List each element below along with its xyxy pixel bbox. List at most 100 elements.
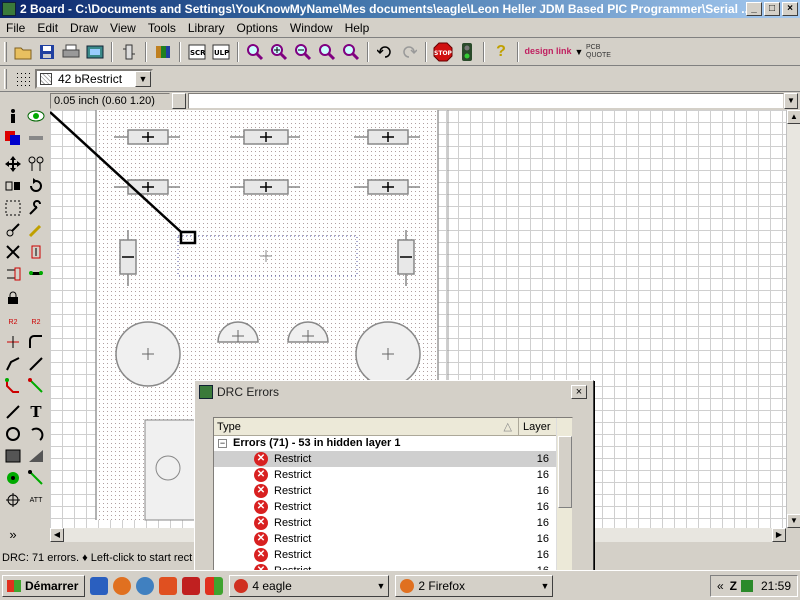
move-icon[interactable]: [2, 154, 24, 174]
quicklaunch-opera-icon[interactable]: [159, 576, 178, 595]
copy-icon[interactable]: [25, 154, 47, 174]
tray-expand-icon[interactable]: «: [717, 579, 724, 593]
via-icon[interactable]: [2, 468, 24, 488]
zoom-select-icon[interactable]: [340, 41, 362, 63]
command-history-button[interactable]: [172, 93, 186, 109]
eagle-app-icon[interactable]: [2, 2, 16, 16]
tray-app-icon[interactable]: [740, 580, 753, 592]
padlock-icon[interactable]: [2, 288, 24, 308]
scroll-up-icon[interactable]: ▲: [787, 110, 800, 124]
grid-icon[interactable]: [12, 68, 34, 90]
designlink-dropdown-icon[interactable]: ▼: [574, 41, 584, 63]
column-header-layer[interactable]: Layer: [519, 418, 557, 435]
hole-icon[interactable]: [2, 490, 24, 510]
minimize-button[interactable]: _: [746, 2, 762, 16]
zoom-out-icon[interactable]: [292, 41, 314, 63]
toolbar-grip[interactable]: [4, 41, 7, 62]
polygon-icon[interactable]: [25, 446, 47, 466]
smash-icon[interactable]: [2, 332, 24, 352]
display-layers-icon[interactable]: [2, 128, 24, 148]
taskbar-item-firefox[interactable]: 2 Firefox ▼: [395, 574, 554, 597]
text-icon[interactable]: T: [25, 402, 47, 422]
lock-icon[interactable]: [25, 264, 47, 284]
zoom-in-icon[interactable]: [268, 41, 290, 63]
print-icon[interactable]: [60, 41, 82, 63]
scroll-left-icon[interactable]: ◀: [50, 528, 64, 542]
name-icon[interactable]: R2: [2, 312, 24, 332]
taskbar-item-eagle[interactable]: 4 eagle ▼: [229, 574, 390, 597]
quicklaunch-windows-icon[interactable]: [205, 576, 224, 595]
save-icon[interactable]: [36, 41, 58, 63]
menu-draw[interactable]: Draw: [64, 21, 104, 35]
error-group[interactable]: − Errors (71) - 53 in hidden layer 1: [214, 436, 572, 451]
title-bar[interactable]: 2 Board - C:\Documents and Settings\YouK…: [0, 0, 800, 18]
mirror-icon[interactable]: [2, 176, 24, 196]
pcbquote-icon[interactable]: PCB QUOTE: [586, 41, 626, 63]
show-eye-icon[interactable]: [25, 106, 47, 126]
miter-icon[interactable]: [25, 332, 47, 352]
menu-edit[interactable]: Edit: [31, 21, 64, 35]
layer-select[interactable]: 42 bRestrict ▼: [35, 68, 153, 89]
mark-icon[interactable]: [25, 128, 47, 148]
ripup-icon[interactable]: [25, 376, 47, 396]
menu-library[interactable]: Library: [182, 21, 231, 35]
tray-language-icon[interactable]: Z: [730, 579, 737, 593]
menu-view[interactable]: View: [104, 21, 142, 35]
error-row[interactable]: ✕ Restrict 16: [214, 531, 572, 547]
command-input[interactable]: [188, 93, 784, 109]
collapse-icon[interactable]: −: [218, 439, 227, 448]
zoom-redraw-icon[interactable]: [316, 41, 338, 63]
menu-help[interactable]: Help: [339, 21, 376, 35]
info-icon[interactable]: [2, 106, 24, 126]
group-icon[interactable]: [2, 198, 24, 218]
error-row[interactable]: ✕ Restrict 16: [214, 451, 572, 467]
rect-icon[interactable]: [2, 446, 24, 466]
more-tools-chevron-icon[interactable]: »: [2, 524, 24, 544]
start-button[interactable]: Démarrer: [2, 574, 86, 597]
designlink-icon[interactable]: design link: [524, 41, 572, 63]
route-icon[interactable]: [2, 376, 24, 396]
maximize-button[interactable]: □: [764, 2, 780, 16]
replace-icon[interactable]: [2, 264, 24, 284]
optimize-icon[interactable]: [25, 354, 47, 374]
script-icon[interactable]: SCR: [186, 41, 208, 63]
error-row[interactable]: ✕ Restrict 16: [214, 467, 572, 483]
quicklaunch-browser-icon[interactable]: [136, 576, 155, 595]
column-header-type[interactable]: Type △: [214, 418, 519, 435]
paste-icon[interactable]: [2, 220, 24, 240]
go-icon[interactable]: [456, 41, 478, 63]
drc-error-list[interactable]: Type △ Layer − Errors (71) - 53 in hidden…: [213, 417, 573, 571]
zoom-fit-icon[interactable]: [244, 41, 266, 63]
quicklaunch-desktop-icon[interactable]: [90, 576, 109, 595]
library-icon[interactable]: [152, 41, 174, 63]
change-icon[interactable]: [25, 198, 47, 218]
cam-processor-icon[interactable]: [84, 41, 106, 63]
error-row[interactable]: ✕ Restrict 16: [214, 515, 572, 531]
add-icon[interactable]: [25, 242, 47, 262]
stop-icon[interactable]: STOP: [432, 41, 454, 63]
undo-icon[interactable]: [374, 41, 396, 63]
drc-errors-dialog[interactable]: DRC Errors × Type △ Layer − Errors (71) -…: [194, 380, 594, 572]
redo-icon[interactable]: [398, 41, 420, 63]
scroll-down-icon[interactable]: ▼: [787, 514, 800, 528]
menu-window[interactable]: Window: [284, 21, 339, 35]
delete-icon[interactable]: [2, 242, 24, 262]
drc-list-scrollbar[interactable]: [556, 418, 572, 571]
toolbar-grip[interactable]: [4, 68, 7, 89]
switch-schematic-icon[interactable]: [118, 41, 140, 63]
command-dropdown-icon[interactable]: ▼: [784, 93, 798, 109]
wire-icon[interactable]: [2, 402, 24, 422]
error-row[interactable]: ✕ Restrict 16: [214, 547, 572, 563]
ulp-icon[interactable]: ULP: [210, 41, 232, 63]
vertical-scrollbar[interactable]: ▲ ▼: [786, 110, 800, 528]
pin-swap-icon[interactable]: [25, 220, 47, 240]
close-button[interactable]: ×: [782, 2, 798, 16]
scroll-thumb[interactable]: [558, 436, 572, 508]
attribute-icon[interactable]: ATT: [25, 490, 47, 510]
quicklaunch-firefox-icon[interactable]: [113, 576, 132, 595]
menu-tools[interactable]: Tools: [142, 21, 182, 35]
circle-icon[interactable]: [2, 424, 24, 444]
chevron-down-icon[interactable]: ▼: [135, 70, 151, 87]
open-icon[interactable]: [12, 41, 34, 63]
drc-close-button[interactable]: ×: [571, 385, 587, 399]
